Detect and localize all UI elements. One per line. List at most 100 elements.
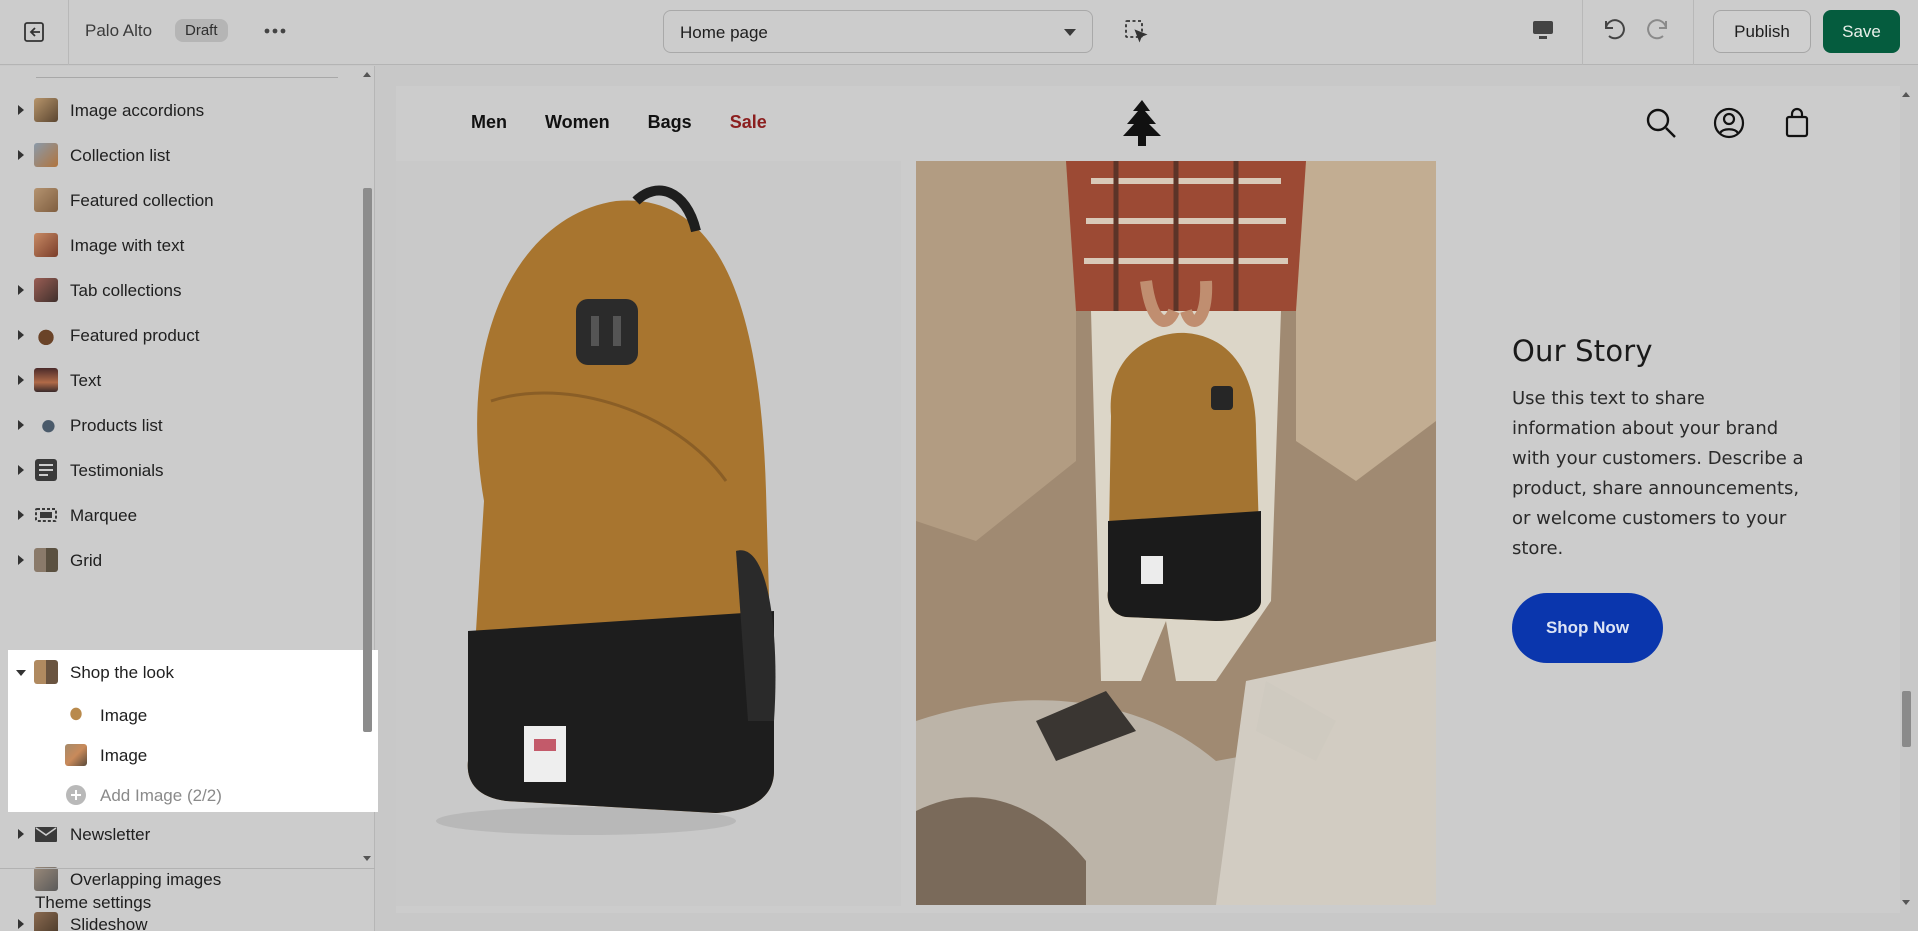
sidebar-scrollbar[interactable] [360, 66, 375, 868]
sidebar-item-text[interactable]: Text [0, 358, 360, 403]
sidebar-item-marquee[interactable]: Marquee [0, 493, 360, 538]
section-thumbnail [34, 368, 58, 392]
chevron-right-icon[interactable] [18, 330, 24, 340]
sidebar-divider [36, 77, 338, 78]
save-button[interactable]: Save [1823, 10, 1900, 53]
section-thumbnail [34, 413, 58, 437]
section-thumbnail [34, 323, 58, 347]
topbar-divider [1693, 0, 1694, 65]
account-icon[interactable] [1712, 106, 1746, 140]
preview-scrollbar[interactable] [1900, 86, 1912, 913]
chevron-down-icon[interactable] [16, 670, 26, 676]
sections-sidebar: Image accordions Collection list Feature… [0, 66, 378, 931]
shop-now-button[interactable]: Shop Now [1512, 593, 1663, 663]
scrollbar-thumb[interactable] [1902, 691, 1911, 747]
scroll-up-icon[interactable] [1902, 92, 1910, 97]
sidebar-item-label: Grid [70, 551, 103, 570]
block-thumbnail [65, 704, 87, 726]
sidebar-item-label: Shop the look [70, 663, 174, 682]
add-image-block[interactable]: Add Image (2/2) [8, 775, 378, 815]
sidebar-item-newsletter[interactable]: Newsletter [0, 812, 360, 857]
section-thumbnail [34, 188, 58, 212]
chevron-right-icon[interactable] [18, 510, 24, 520]
sidebar-item-label: Text [70, 371, 102, 390]
chevron-right-icon[interactable] [18, 555, 24, 565]
undo-icon[interactable] [1598, 15, 1630, 47]
chevron-right-icon[interactable] [18, 375, 24, 385]
sidebar-item-label: Featured collection [70, 191, 214, 210]
page-select-value: Home page [680, 23, 768, 42]
sidebar-item-products-list[interactable]: Products list [0, 403, 360, 448]
scrollbar-thumb[interactable] [363, 188, 372, 732]
sidebar-item-featured-product[interactable]: Featured product [0, 313, 360, 358]
section-thumbnail [34, 548, 58, 572]
sidebar-item-label: Collection list [70, 146, 171, 165]
scroll-down-icon[interactable] [1902, 900, 1910, 905]
tree-logo-icon[interactable] [1120, 98, 1164, 148]
desktop-icon[interactable] [1530, 17, 1562, 49]
redo-icon[interactable] [1644, 15, 1676, 47]
section-thumbnail [34, 278, 58, 302]
block-image-2[interactable]: Image [8, 735, 378, 775]
envelope-icon [34, 822, 58, 846]
selected-section-shop-the-look: Shop the look Image Image Add Image (2/2… [8, 650, 378, 812]
search-icon[interactable] [1644, 106, 1678, 140]
block-thumbnail [65, 744, 87, 766]
nav-link-sale[interactable]: Sale [730, 112, 767, 133]
page-select[interactable]: Home page [663, 10, 1093, 53]
sidebar-item-collection-list[interactable]: Collection list [0, 133, 360, 178]
chevron-right-icon[interactable] [18, 150, 24, 160]
chevron-right-icon[interactable] [18, 285, 24, 295]
nav-link-women[interactable]: Women [545, 112, 610, 133]
sidebar-item-grid[interactable]: Grid [0, 538, 360, 583]
section-thumbnail [34, 98, 58, 122]
store-preview: Men Women Bags Sale Our Story Use this t… [396, 86, 1900, 913]
story-block: Our Story Use this text to share informa… [1512, 334, 1812, 564]
sidebar-item-label: Testimonials [70, 461, 164, 480]
inspector-icon[interactable] [1122, 17, 1154, 49]
sidebar-item-label: Products list [70, 416, 163, 435]
lifestyle-image-person[interactable] [916, 161, 1436, 905]
theme-settings-label: Theme settings [35, 893, 152, 912]
chevron-right-icon[interactable] [18, 105, 24, 115]
status-badge: Draft [175, 19, 228, 42]
section-thumbnail [34, 143, 58, 167]
sidebar-item-featured-collection[interactable]: Featured collection [0, 178, 360, 223]
topbar-divider [1582, 0, 1583, 65]
store-nav: Men Women Bags Sale [471, 112, 767, 133]
sidebar-item-label: Tab collections [70, 281, 182, 300]
text-block-icon [34, 458, 58, 482]
story-text: Use this text to share information about… [1512, 388, 1804, 559]
marquee-icon [34, 503, 58, 527]
sidebar-item-testimonials[interactable]: Testimonials [0, 448, 360, 493]
chevron-right-icon[interactable] [18, 829, 24, 839]
sidebar-item-label: Featured product [70, 326, 200, 345]
block-label: Image [100, 706, 148, 725]
exit-icon[interactable] [16, 16, 52, 48]
theme-settings[interactable]: Theme settings [0, 868, 375, 931]
chevron-right-icon[interactable] [18, 465, 24, 475]
block-image-1[interactable]: Image [8, 695, 378, 735]
chevron-down-icon [1064, 29, 1076, 36]
sidebar-item-label: Marquee [70, 506, 138, 525]
sidebar-item-label: Image with text [70, 236, 185, 255]
sidebar-item-image-with-text[interactable]: Image with text [0, 223, 360, 268]
sidebar-item-label: Newsletter [70, 825, 151, 844]
scroll-down-icon[interactable] [363, 856, 371, 861]
publish-button[interactable]: Publish [1713, 10, 1811, 53]
cart-bag-icon[interactable] [1780, 106, 1814, 140]
nav-link-bags[interactable]: Bags [648, 112, 692, 133]
sidebar-item-image-accordions[interactable]: Image accordions [0, 88, 360, 133]
section-thumbnail [34, 233, 58, 257]
top-bar: Palo Alto Draft Home page Publish Save [0, 0, 1918, 65]
sidebar-item-shop-the-look[interactable]: Shop the look [8, 650, 378, 695]
nav-link-men[interactable]: Men [471, 112, 507, 133]
scroll-up-icon[interactable] [363, 72, 371, 77]
sidebar-item-tab-collections[interactable]: Tab collections [0, 268, 360, 313]
product-image-backpack[interactable] [396, 161, 901, 906]
add-image-label: Add Image (2/2) [100, 786, 222, 805]
more-icon[interactable] [260, 16, 290, 46]
sidebar-item-label: Image accordions [70, 101, 205, 120]
story-title: Our Story [1512, 334, 1653, 368]
chevron-right-icon[interactable] [18, 420, 24, 430]
